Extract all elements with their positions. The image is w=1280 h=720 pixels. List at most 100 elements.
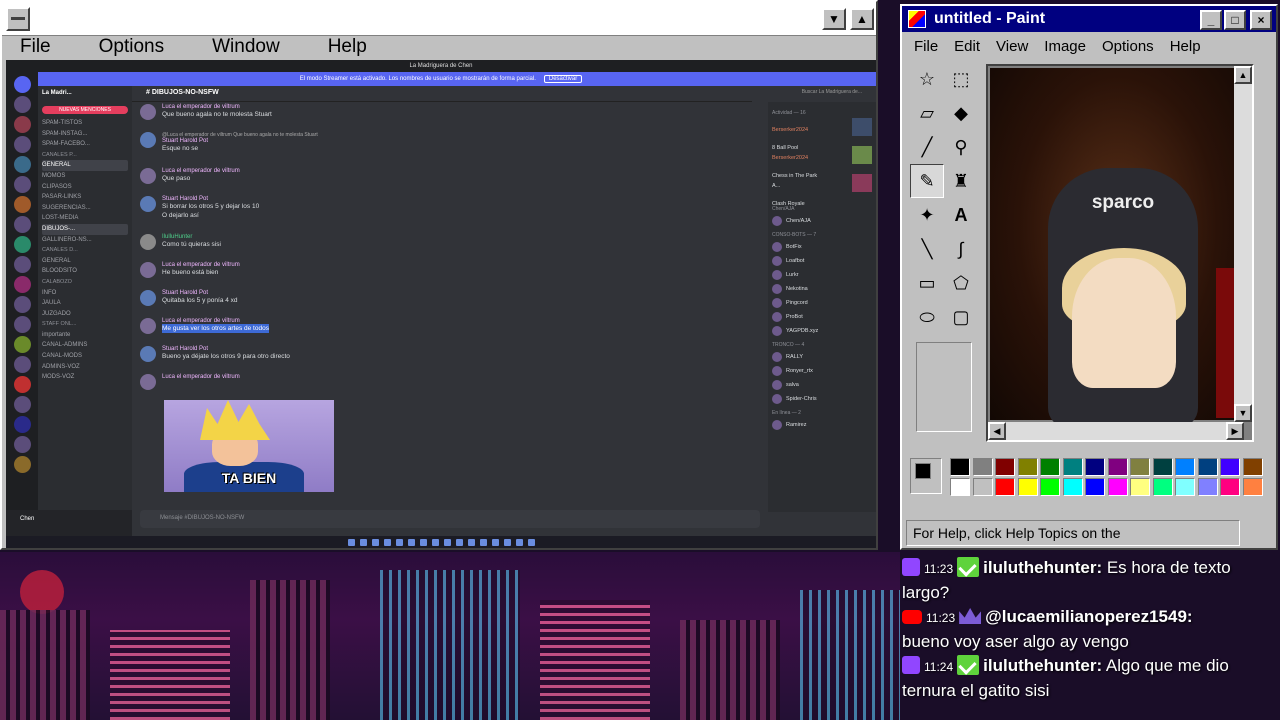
server-icon[interactable] <box>13 96 31 113</box>
activity-card[interactable]: Berserker2024 Chess in The Park <box>772 146 872 179</box>
server-icon[interactable] <box>13 296 31 313</box>
message[interactable]: Luca el emperador de viltrum Que paso <box>140 168 240 184</box>
magnifier-icon[interactable]: ⚲ <box>944 130 978 164</box>
channel-item[interactable]: CANAL-ADMINS <box>42 340 128 351</box>
color-swatch[interactable] <box>1242 458 1263 476</box>
message[interactable]: Luca el emperador de viltrum <box>140 374 240 390</box>
channel-item[interactable]: importante <box>42 330 128 341</box>
rounded-rect-icon[interactable]: ▢ <box>944 300 978 334</box>
color-swatch[interactable] <box>1197 458 1218 476</box>
server-icon[interactable] <box>13 196 31 213</box>
server-icon[interactable] <box>13 356 31 373</box>
channel-item[interactable]: MODS-VOZ <box>42 372 128 383</box>
color-swatch[interactable] <box>1107 458 1128 476</box>
color-swatch[interactable] <box>1040 458 1060 476</box>
color-swatch[interactable] <box>1175 458 1195 476</box>
menu-options[interactable]: Options <box>1094 38 1162 55</box>
member-item[interactable]: Spider-Chris <box>772 392 872 406</box>
tool-options-box[interactable] <box>916 342 972 432</box>
app-icon[interactable] <box>431 538 439 546</box>
server-icon[interactable] <box>13 216 31 233</box>
menu-file[interactable]: File <box>8 36 63 58</box>
channel-item[interactable]: CLIPASOS <box>42 182 128 193</box>
channel-item[interactable]: ADMINS-VOZ <box>42 362 128 373</box>
discord-screen[interactable]: La Madriguera de Chen El modo Streamer e… <box>6 60 876 548</box>
channel-item[interactable]: PASAR-LINKS <box>42 192 128 203</box>
color-swatch[interactable] <box>1017 458 1038 476</box>
scroll-right-button[interactable]: ▶ <box>1226 422 1244 440</box>
color-swatch[interactable] <box>1017 478 1038 496</box>
app-icon[interactable] <box>491 538 499 546</box>
channel-item[interactable]: SPAM-INSTAG... <box>42 129 128 140</box>
channel-item[interactable]: SPAM-TISTOS <box>42 118 128 129</box>
color-swatch[interactable] <box>950 458 970 476</box>
color-swatch[interactable] <box>1085 458 1105 476</box>
channel-category[interactable]: CANALES P... <box>42 150 128 161</box>
channel-item[interactable]: MOMOS <box>42 171 128 182</box>
app-icon[interactable] <box>419 538 427 546</box>
channel-item[interactable]: JAULA <box>42 298 128 309</box>
member-item[interactable]: Lurkr <box>772 268 872 282</box>
channel-item[interactable]: GENERAL <box>42 256 128 267</box>
text-icon[interactable]: A <box>944 198 978 232</box>
channel-item[interactable]: DIBUJOS-... <box>42 223 128 235</box>
message[interactable]: IlulluHunter Como tú quieras sisi <box>140 234 221 250</box>
line-icon[interactable]: ╲ <box>910 232 944 266</box>
color-swatch[interactable] <box>950 478 970 496</box>
color-swatch[interactable] <box>1062 478 1083 496</box>
server-icon[interactable] <box>13 256 31 273</box>
member-item[interactable]: Pingcord <box>772 296 872 310</box>
channel-item[interactable]: SUGERENCIAS... <box>42 203 128 214</box>
message[interactable]: Luca el emperador de viltrum He bueno est… <box>140 262 240 278</box>
activity-card[interactable]: A... Clash Royale <box>772 174 872 207</box>
current-colors[interactable] <box>910 458 942 494</box>
app-icon[interactable] <box>467 538 475 546</box>
menu-edit[interactable]: Edit <box>946 38 988 55</box>
system-menu-button[interactable] <box>6 6 30 31</box>
app-icon[interactable] <box>395 538 403 546</box>
foreground-color[interactable] <box>915 463 931 479</box>
color-picker-icon[interactable]: ╱ <box>910 130 944 164</box>
server-icon[interactable] <box>13 376 31 393</box>
scroll-down-button[interactable]: ▼ <box>1234 404 1252 422</box>
color-swatch[interactable] <box>1085 478 1105 496</box>
server-icon[interactable] <box>13 456 31 473</box>
search-box[interactable]: Buscar La Madriguera de... <box>802 89 862 95</box>
server-icon[interactable] <box>13 116 31 133</box>
app-icon[interactable] <box>479 538 487 546</box>
menu-window[interactable]: Window <box>200 36 292 58</box>
taskview-icon[interactable] <box>371 538 379 546</box>
app-icon[interactable] <box>443 538 451 546</box>
color-swatch[interactable] <box>1152 478 1173 496</box>
maximize-button[interactable]: □ <box>1224 10 1246 30</box>
free-select-icon[interactable]: ☆ <box>910 62 944 96</box>
menu-help[interactable]: Help <box>316 36 379 58</box>
member-item[interactable]: BotFix <box>772 240 872 254</box>
message[interactable]: @Luca el emperador de viltrum Que bueno … <box>140 132 318 153</box>
color-swatch[interactable] <box>1197 478 1218 496</box>
member-item[interactable]: Chen/AJA <box>772 214 872 228</box>
color-swatch[interactable] <box>1130 478 1150 496</box>
app-icon[interactable] <box>503 538 511 546</box>
color-swatch[interactable] <box>1040 478 1060 496</box>
server-icon[interactable] <box>13 276 31 293</box>
polygon-icon[interactable]: ⬠ <box>944 266 978 300</box>
color-swatch[interactable] <box>1220 478 1240 496</box>
color-swatch[interactable] <box>1242 478 1263 496</box>
message[interactable]: Stuart Harold Pot Quitaba los 5 y ponía 4… <box>140 290 238 306</box>
menu-view[interactable]: View <box>988 38 1036 55</box>
color-swatch[interactable] <box>1130 458 1150 476</box>
member-item[interactable]: salva <box>772 378 872 392</box>
color-swatch[interactable] <box>972 458 993 476</box>
server-icon[interactable] <box>13 176 31 193</box>
channel-item[interactable]: GENERAL <box>42 160 128 171</box>
channel-category[interactable]: STAFF ONL... <box>42 319 128 330</box>
server-name[interactable]: La Madri... <box>42 90 128 104</box>
activity-card[interactable]: Berserker2024 8 Ball Pool <box>772 118 872 151</box>
ellipse-icon[interactable]: ⬭ <box>910 300 944 334</box>
color-swatch[interactable] <box>972 478 993 496</box>
menu-help[interactable]: Help <box>1162 38 1209 55</box>
brush-icon[interactable]: ♜ <box>944 164 978 198</box>
member-item[interactable]: ProBot <box>772 310 872 324</box>
rect-select-icon[interactable]: ⬚ <box>944 62 978 96</box>
